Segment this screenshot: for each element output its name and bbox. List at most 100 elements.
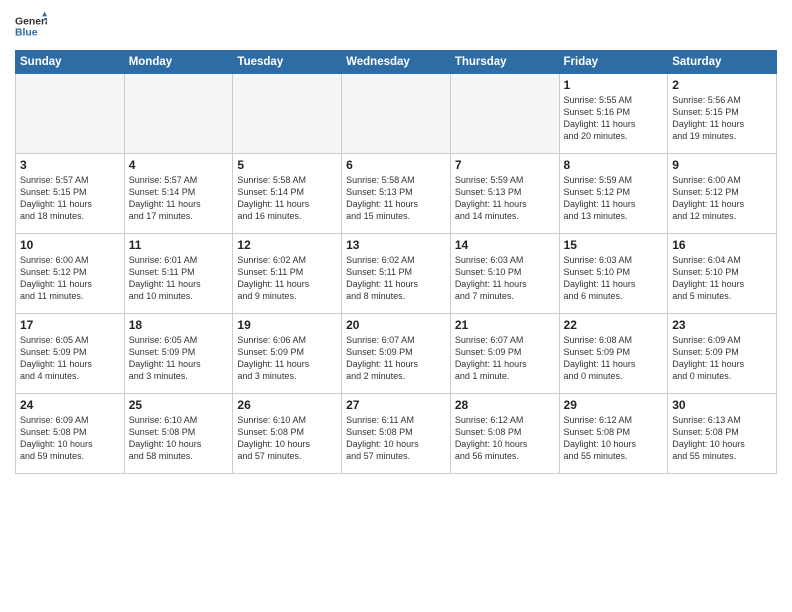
day-number: 22: [564, 318, 664, 332]
calendar-cell: 9Sunrise: 6:00 AM Sunset: 5:12 PM Daylig…: [668, 154, 777, 234]
svg-text:General: General: [15, 16, 47, 27]
calendar-cell: 7Sunrise: 5:59 AM Sunset: 5:13 PM Daylig…: [450, 154, 559, 234]
day-number: 19: [237, 318, 337, 332]
weekday-header-row: SundayMondayTuesdayWednesdayThursdayFrid…: [16, 51, 777, 74]
day-info: Sunrise: 6:10 AM Sunset: 5:08 PM Dayligh…: [129, 414, 229, 463]
day-number: 24: [20, 398, 120, 412]
header: General Blue: [15, 10, 777, 42]
weekday-header-sunday: Sunday: [16, 51, 125, 74]
day-info: Sunrise: 6:12 AM Sunset: 5:08 PM Dayligh…: [564, 414, 664, 463]
calendar-cell: [124, 74, 233, 154]
page: General Blue SundayMondayTuesdayWednesda…: [0, 0, 792, 612]
weekday-header-wednesday: Wednesday: [342, 51, 451, 74]
calendar-cell: 2 Sunrise: 5:56 AM Sunset: 5:15 PM Daylig…: [668, 74, 777, 154]
calendar-cell: 28Sunrise: 6:12 AM Sunset: 5:08 PM Dayli…: [450, 394, 559, 474]
calendar-cell: 23Sunrise: 6:09 AM Sunset: 5:09 PM Dayli…: [668, 314, 777, 394]
day-info: Sunrise: 6:04 AM Sunset: 5:10 PM Dayligh…: [672, 254, 772, 303]
day-info: Sunrise: 5:58 AM Sunset: 5:14 PM Dayligh…: [237, 174, 337, 223]
day-info: Sunrise: 6:03 AM Sunset: 5:10 PM Dayligh…: [564, 254, 664, 303]
day-info: Sunrise: 5:56 AM Sunset: 5:15 PM Dayligh…: [672, 94, 772, 143]
day-info: Sunrise: 6:10 AM Sunset: 5:08 PM Dayligh…: [237, 414, 337, 463]
calendar-cell: 27Sunrise: 6:11 AM Sunset: 5:08 PM Dayli…: [342, 394, 451, 474]
day-number: 16: [672, 238, 772, 252]
day-number: 8: [564, 158, 664, 172]
calendar-cell: 24 Sunrise: 6:09 AM Sunset: 5:08 PM Dayli…: [16, 394, 125, 474]
day-number: 3: [20, 158, 120, 172]
week-row-3: 10 Sunrise: 6:00 AM Sunset: 5:12 PM Dayli…: [16, 234, 777, 314]
day-number: 17: [20, 318, 120, 332]
day-info: Sunrise: 6:00 AM Sunset: 5:12 PM Dayligh…: [20, 254, 120, 303]
day-number: 28: [455, 398, 555, 412]
calendar-cell: 13Sunrise: 6:02 AM Sunset: 5:11 PM Dayli…: [342, 234, 451, 314]
weekday-header-friday: Friday: [559, 51, 668, 74]
day-number: 21: [455, 318, 555, 332]
weekday-header-saturday: Saturday: [668, 51, 777, 74]
calendar-cell: 11Sunrise: 6:01 AM Sunset: 5:11 PM Dayli…: [124, 234, 233, 314]
week-row-1: 1Sunrise: 5:55 AM Sunset: 5:16 PM Daylig…: [16, 74, 777, 154]
calendar-cell: 4 Sunrise: 5:57 AM Sunset: 5:14 PM Daylig…: [124, 154, 233, 234]
day-number: 6: [346, 158, 446, 172]
day-number: 10: [20, 238, 120, 252]
week-row-2: 3 Sunrise: 5:57 AM Sunset: 5:15 PM Daylig…: [16, 154, 777, 234]
calendar-cell: 1Sunrise: 5:55 AM Sunset: 5:16 PM Daylig…: [559, 74, 668, 154]
calendar-cell: 25 Sunrise: 6:10 AM Sunset: 5:08 PM Dayli…: [124, 394, 233, 474]
day-number: 30: [672, 398, 772, 412]
calendar-cell: 29 Sunrise: 6:12 AM Sunset: 5:08 PM Dayli…: [559, 394, 668, 474]
day-number: 20: [346, 318, 446, 332]
day-number: 5: [237, 158, 337, 172]
day-info: Sunrise: 6:07 AM Sunset: 5:09 PM Dayligh…: [455, 334, 555, 383]
calendar-cell: 22Sunrise: 6:08 AM Sunset: 5:09 PM Dayli…: [559, 314, 668, 394]
calendar-cell: 8 Sunrise: 5:59 AM Sunset: 5:12 PM Daylig…: [559, 154, 668, 234]
day-info: Sunrise: 6:09 AM Sunset: 5:09 PM Dayligh…: [672, 334, 772, 383]
weekday-header-tuesday: Tuesday: [233, 51, 342, 74]
calendar-cell: 15 Sunrise: 6:03 AM Sunset: 5:10 PM Dayli…: [559, 234, 668, 314]
calendar-cell: 5 Sunrise: 5:58 AM Sunset: 5:14 PM Daylig…: [233, 154, 342, 234]
day-info: Sunrise: 5:59 AM Sunset: 5:12 PM Dayligh…: [564, 174, 664, 223]
day-info: Sunrise: 6:13 AM Sunset: 5:08 PM Dayligh…: [672, 414, 772, 463]
calendar-cell: 26 Sunrise: 6:10 AM Sunset: 5:08 PM Dayli…: [233, 394, 342, 474]
day-number: 1: [564, 78, 664, 92]
logo-icon: General Blue: [15, 10, 47, 42]
day-info: Sunrise: 6:00 AM Sunset: 5:12 PM Dayligh…: [672, 174, 772, 223]
day-number: 15: [564, 238, 664, 252]
day-info: Sunrise: 5:58 AM Sunset: 5:13 PM Dayligh…: [346, 174, 446, 223]
week-row-5: 24 Sunrise: 6:09 AM Sunset: 5:08 PM Dayli…: [16, 394, 777, 474]
day-info: Sunrise: 6:02 AM Sunset: 5:11 PM Dayligh…: [237, 254, 337, 303]
calendar-cell: 16 Sunrise: 6:04 AM Sunset: 5:10 PM Dayli…: [668, 234, 777, 314]
day-number: 2: [672, 78, 772, 92]
calendar-cell: [450, 74, 559, 154]
day-info: Sunrise: 6:03 AM Sunset: 5:10 PM Dayligh…: [455, 254, 555, 303]
day-info: Sunrise: 5:57 AM Sunset: 5:14 PM Dayligh…: [129, 174, 229, 223]
day-number: 26: [237, 398, 337, 412]
calendar-cell: [342, 74, 451, 154]
day-info: Sunrise: 6:05 AM Sunset: 5:09 PM Dayligh…: [20, 334, 120, 383]
day-number: 12: [237, 238, 337, 252]
calendar-cell: 30 Sunrise: 6:13 AM Sunset: 5:08 PM Dayli…: [668, 394, 777, 474]
day-number: 4: [129, 158, 229, 172]
day-info: Sunrise: 5:59 AM Sunset: 5:13 PM Dayligh…: [455, 174, 555, 223]
day-number: 27: [346, 398, 446, 412]
calendar-cell: 12 Sunrise: 6:02 AM Sunset: 5:11 PM Dayli…: [233, 234, 342, 314]
day-info: Sunrise: 5:57 AM Sunset: 5:15 PM Dayligh…: [20, 174, 120, 223]
logo: General Blue: [15, 10, 47, 42]
calendar-cell: 18Sunrise: 6:05 AM Sunset: 5:09 PM Dayli…: [124, 314, 233, 394]
calendar-cell: 17 Sunrise: 6:05 AM Sunset: 5:09 PM Dayli…: [16, 314, 125, 394]
svg-text:Blue: Blue: [15, 28, 38, 39]
calendar-cell: 20 Sunrise: 6:07 AM Sunset: 5:09 PM Dayli…: [342, 314, 451, 394]
day-info: Sunrise: 6:09 AM Sunset: 5:08 PM Dayligh…: [20, 414, 120, 463]
day-number: 13: [346, 238, 446, 252]
calendar-cell: 6 Sunrise: 5:58 AM Sunset: 5:13 PM Daylig…: [342, 154, 451, 234]
calendar-cell: 19 Sunrise: 6:06 AM Sunset: 5:09 PM Dayli…: [233, 314, 342, 394]
calendar-cell: 3 Sunrise: 5:57 AM Sunset: 5:15 PM Daylig…: [16, 154, 125, 234]
calendar-cell: 10 Sunrise: 6:00 AM Sunset: 5:12 PM Dayli…: [16, 234, 125, 314]
calendar-cell: [233, 74, 342, 154]
day-info: Sunrise: 6:07 AM Sunset: 5:09 PM Dayligh…: [346, 334, 446, 383]
day-info: Sunrise: 6:01 AM Sunset: 5:11 PM Dayligh…: [129, 254, 229, 303]
day-number: 29: [564, 398, 664, 412]
day-number: 25: [129, 398, 229, 412]
day-info: Sunrise: 6:06 AM Sunset: 5:09 PM Dayligh…: [237, 334, 337, 383]
weekday-header-monday: Monday: [124, 51, 233, 74]
calendar-cell: 14 Sunrise: 6:03 AM Sunset: 5:10 PM Dayli…: [450, 234, 559, 314]
calendar-table: SundayMondayTuesdayWednesdayThursdayFrid…: [15, 50, 777, 474]
day-number: 14: [455, 238, 555, 252]
